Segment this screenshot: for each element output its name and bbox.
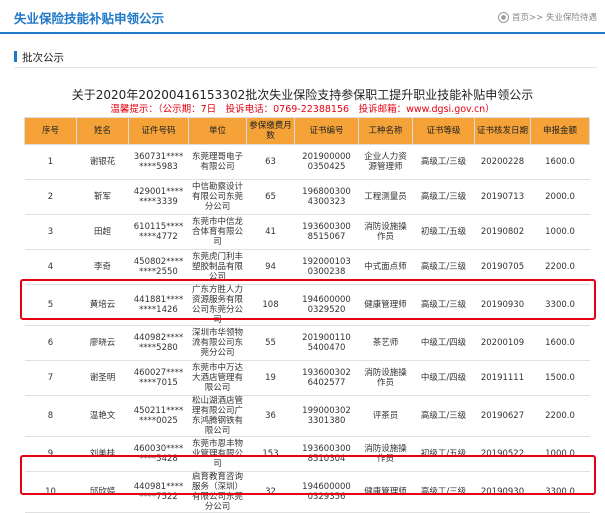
table-cell: 610115**** ****4772 xyxy=(128,214,189,250)
col-header: 证书编号 xyxy=(294,117,359,145)
col-header: 序号 xyxy=(24,117,77,145)
table-cell: 2000.0 xyxy=(530,179,590,215)
table-cell: 1000.0 xyxy=(530,214,590,250)
col-header: 参保缴费月数 xyxy=(246,117,295,145)
table-cell: 东莞理哥电子有限公司 xyxy=(188,144,247,180)
table-cell: 41 xyxy=(246,214,295,250)
table-cell: 460027**** ****7015 xyxy=(128,360,189,396)
table-cell: 2200.0 xyxy=(530,395,590,437)
table-cell: 1 xyxy=(24,144,77,180)
table-cell: 工程测量员 xyxy=(358,179,413,215)
table-cell: 茶艺师 xyxy=(358,325,413,361)
table-row: 2 靳军 429001**** ****3339 中信勘察设计有限公司东莞分公司 65 1… xyxy=(24,179,590,215)
table-cell: 20190713 xyxy=(474,179,531,215)
table-cell: 松山湖酒店管理有限公司广东鸿腾钢铁有限公司 xyxy=(188,395,247,437)
col-header: 姓名 xyxy=(76,117,129,145)
table-cell: 3 xyxy=(24,214,77,250)
section-heading: 批次公示 xyxy=(14,50,64,65)
breadcrumb-text[interactable]: 首页>> 失业保险待遇 xyxy=(512,11,597,23)
table-cell: 消防设施操作员 xyxy=(358,214,413,250)
table-cell: 20200109 xyxy=(474,325,531,361)
notice-warning: 温馨提示：（公示期：7日 投诉电话：0769-22388156 投诉邮箱：www… xyxy=(110,104,495,115)
table-cell: 1600.0 xyxy=(530,325,590,361)
col-header: 工种名称 xyxy=(358,117,413,145)
table-row: 6 廖晓云 440982**** ****5280 深圳市华领物流有限公司东莞分公司 5… xyxy=(24,325,590,361)
divider xyxy=(14,67,597,68)
col-header: 证件号码 xyxy=(128,117,189,145)
table-header-row: 序号 姓名 证件号码 单位 参保缴费月数 证书编号 工种名称 证书等级 证书核发… xyxy=(24,117,590,145)
table-cell: 20191111 xyxy=(474,360,531,396)
table-cell: 东莞市中万达大酒店管理有限公司 xyxy=(188,360,247,396)
table-cell: 高级工/三级 xyxy=(412,144,475,180)
table-cell: 440982**** ****5280 xyxy=(128,325,189,361)
table-cell: 初级工/五级 xyxy=(412,214,475,250)
table-cell: 7 xyxy=(24,360,77,396)
table-row: 3 田超 610115**** ****4772 东莞市中信龙合体育有限公司 41 193… xyxy=(24,214,590,250)
table-cell: 8 xyxy=(24,395,77,437)
table-cell: 55 xyxy=(246,325,295,361)
table-cell: 消防设施操作员 xyxy=(358,360,413,396)
table-cell: 谢银花 xyxy=(76,144,129,180)
table-cell: 193600302 6402577 xyxy=(294,360,359,396)
table-cell: 1600.0 xyxy=(530,144,590,180)
table-cell: 高级工/三级 xyxy=(412,395,475,437)
highlight-box-row-10 xyxy=(20,455,596,495)
page-title: 失业保险技能补贴申领公示 xyxy=(14,11,165,26)
section-label: 批次公示 xyxy=(22,52,64,64)
table-cell: 65 xyxy=(246,179,295,215)
table-cell: 企业人力资源管理师 xyxy=(358,144,413,180)
table-cell: 中级工/四级 xyxy=(412,325,475,361)
table-cell: 评茶员 xyxy=(358,395,413,437)
table-cell: 63 xyxy=(246,144,295,180)
table-cell: 360731**** ****5983 xyxy=(128,144,189,180)
table-cell: 深圳市华领物流有限公司东莞分公司 xyxy=(188,325,247,361)
section-marker xyxy=(14,51,17,62)
table-cell: 东莞市中信龙合体育有限公司 xyxy=(188,214,247,250)
table-cell: 高级工/三级 xyxy=(412,179,475,215)
col-header: 证书核发日期 xyxy=(474,117,531,145)
table-cell: 20190802 xyxy=(474,214,531,250)
col-header: 申报金额 xyxy=(530,117,590,145)
table-cell: 廖晓云 xyxy=(76,325,129,361)
table-cell: 中级工/四级 xyxy=(412,360,475,396)
table-row: 1 谢银花 360731**** ****5983 东莞理哥电子有限公司 63 20190… xyxy=(24,144,590,180)
col-header: 证书等级 xyxy=(412,117,475,145)
table-cell: 2 xyxy=(24,179,77,215)
table-cell: 20190627 xyxy=(474,395,531,437)
table-cell: 6 xyxy=(24,325,77,361)
breadcrumb[interactable]: ● 首页>> 失业保险待遇 xyxy=(498,11,597,23)
table-cell: 193600300 8515067 xyxy=(294,214,359,250)
table-cell: 温艳文 xyxy=(76,395,129,437)
table-cell: 中信勘察设计有限公司东莞分公司 xyxy=(188,179,247,215)
table-cell: 201900000 0350425 xyxy=(294,144,359,180)
table-cell: 429001**** ****3339 xyxy=(128,179,189,215)
col-header: 单位 xyxy=(188,117,247,145)
table-cell: 靳军 xyxy=(76,179,129,215)
home-icon[interactable]: ● xyxy=(498,11,510,23)
table-cell: 450211**** ****0025 xyxy=(128,395,189,437)
table-cell: 196800300 4300323 xyxy=(294,179,359,215)
table-cell: 1500.0 xyxy=(530,360,590,396)
table-cell: 199000302 3301380 xyxy=(294,395,359,437)
table-cell: 36 xyxy=(246,395,295,437)
table-cell: 19 xyxy=(246,360,295,396)
table-cell: 20200228 xyxy=(474,144,531,180)
table-row: 7 谢圣明 460027**** ****7015 东莞市中万达大酒店管理有限公司 19… xyxy=(24,360,590,396)
table-cell: 谢圣明 xyxy=(76,360,129,396)
top-header: 失业保险技能补贴申领公示 ● 首页>> 失业保险待遇 xyxy=(0,0,605,34)
table-cell: 201900110 5400470 xyxy=(294,325,359,361)
table-row: 8 温艳文 450211**** ****0025 松山湖酒店管理有限公司广东鸿腾钢铁… xyxy=(24,395,590,437)
highlight-box-row-5 xyxy=(20,279,596,320)
table-cell: 田超 xyxy=(76,214,129,250)
